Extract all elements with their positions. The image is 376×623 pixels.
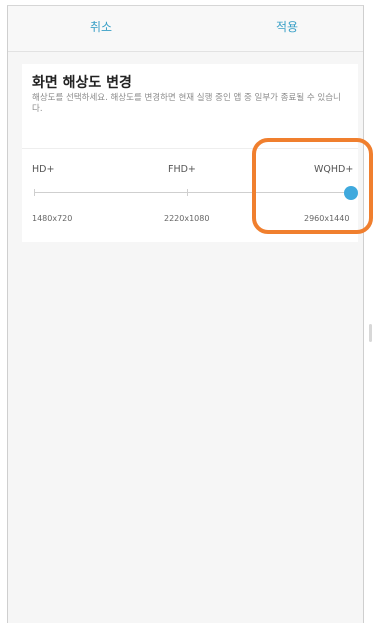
resolution-slider-track[interactable] <box>34 192 352 193</box>
option-label-hd[interactable]: HD+ <box>32 164 54 175</box>
option-label-wqhd[interactable]: WQHD+ <box>314 164 353 175</box>
cancel-button[interactable]: 취소 <box>90 18 112 35</box>
divider <box>22 148 358 149</box>
action-bar: 취소 적용 <box>8 6 363 52</box>
slider-tick-fhd <box>187 189 188 196</box>
scroll-indicator <box>369 324 372 342</box>
description-text: 해상도를 선택하세요. 해상도를 변경하면 현재 실행 중인 앱 중 일부가 종… <box>32 93 341 114</box>
option-label-fhd[interactable]: FHD+ <box>168 164 196 175</box>
option-value-fhd: 2220x1080 <box>164 214 210 223</box>
option-value-hd: 1480x720 <box>32 214 73 223</box>
page-title: 화면 해상도 변경 <box>32 75 132 91</box>
dialog-frame: 취소 적용 화면 해상도 변경 해상도를 선택하세요. 해상도를 변경하면 현재… <box>7 5 372 623</box>
resolution-card: 화면 해상도 변경 해상도를 선택하세요. 해상도를 변경하면 현재 실행 중인… <box>22 64 358 242</box>
resolution-slider-thumb[interactable] <box>344 186 358 200</box>
slider-tick-hd <box>34 189 35 196</box>
apply-button[interactable]: 적용 <box>276 18 298 35</box>
option-value-wqhd: 2960x1440 <box>304 214 350 223</box>
